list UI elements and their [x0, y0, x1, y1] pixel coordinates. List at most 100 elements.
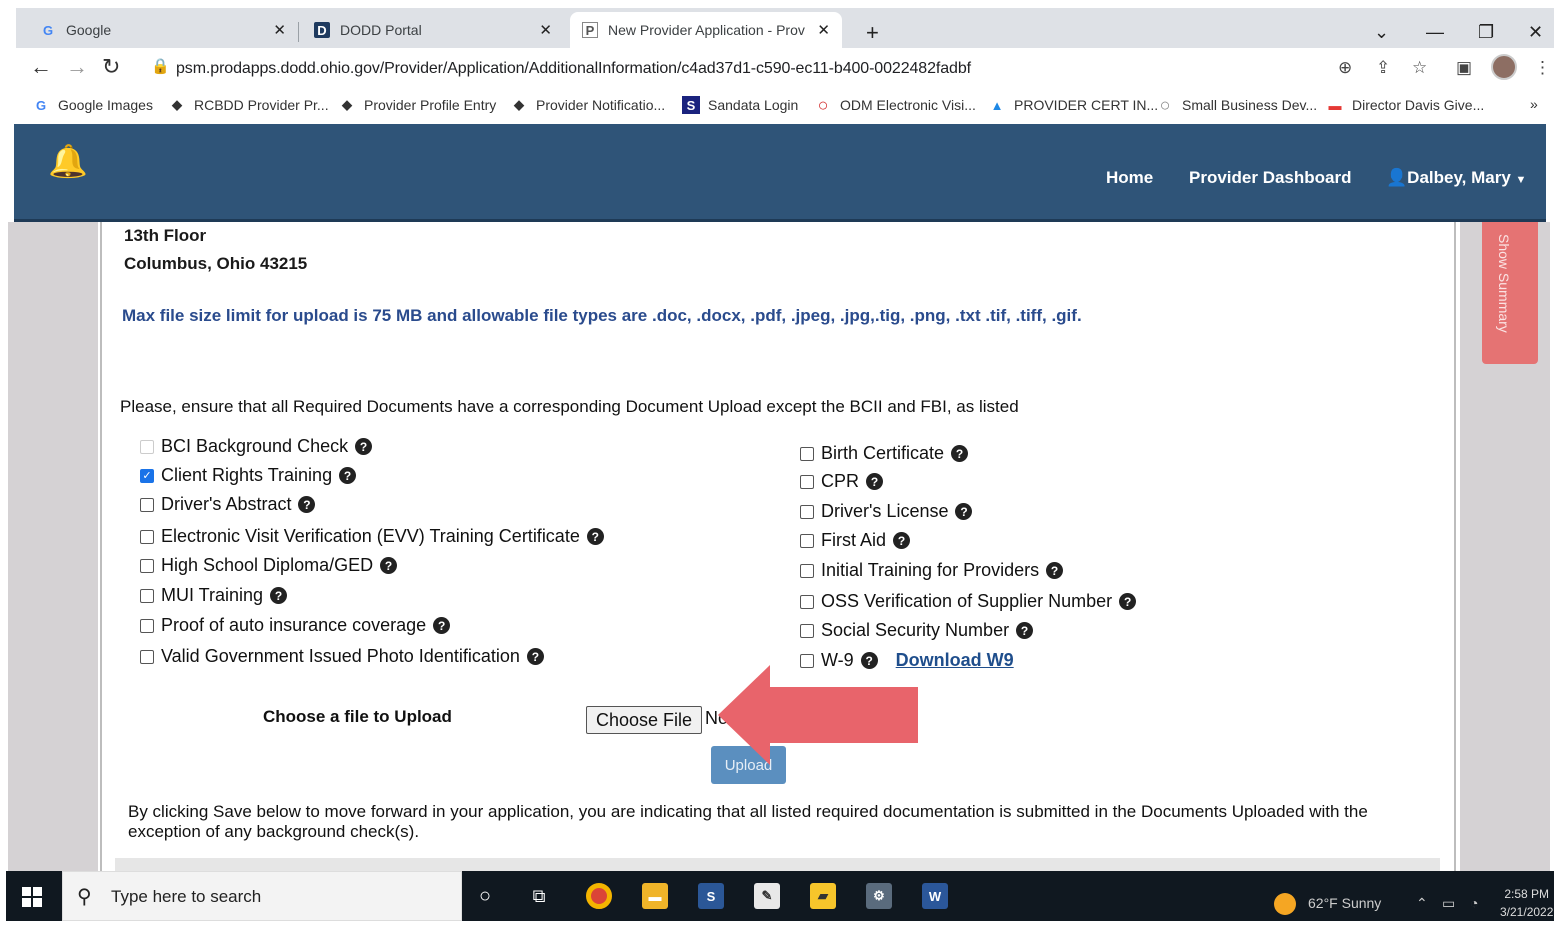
- show-summary-tab[interactable]: Show Summary: [1482, 222, 1538, 364]
- doc-checkbox-initial-training[interactable]: Initial Training for Providers ?: [800, 560, 1064, 581]
- help-icon[interactable]: ?: [866, 473, 884, 490]
- lock-icon[interactable]: 🔒: [151, 57, 170, 75]
- help-icon[interactable]: ?: [1046, 562, 1064, 579]
- wifi-icon[interactable]: ◔: [1470, 895, 1478, 911]
- help-icon[interactable]: ?: [270, 587, 288, 604]
- weather-text[interactable]: 62°F Sunny: [1308, 895, 1381, 911]
- bookmark-google-images[interactable]: G Google Images: [32, 96, 153, 114]
- app-icon[interactable]: S: [698, 883, 724, 909]
- back-arrow-icon[interactable]: ←: [30, 54, 52, 80]
- checkbox[interactable]: [140, 439, 154, 454]
- doc-checkbox-diploma[interactable]: High School Diploma/GED ?: [140, 555, 398, 576]
- address-bar[interactable]: psm.prodapps.dodd.ohio.gov/Provider/Appl…: [176, 60, 971, 78]
- checkbox[interactable]: [800, 504, 814, 519]
- doc-checkbox-evv[interactable]: Electronic Visit Verification (EVV) Trai…: [140, 526, 604, 547]
- tab-new-provider-application[interactable]: P New Provider Application - Prov ✕: [570, 12, 842, 48]
- help-icon[interactable]: ?: [1119, 593, 1137, 610]
- system-clock[interactable]: 2:58 PM 3/21/2022: [1500, 885, 1553, 921]
- doc-checkbox-ssn[interactable]: Social Security Number ?: [800, 620, 1034, 641]
- close-tab-icon[interactable]: ✕: [539, 21, 552, 39]
- close-window-icon[interactable]: ✕: [1528, 22, 1543, 43]
- checkbox[interactable]: [800, 563, 814, 578]
- doc-checkbox-birth-certificate[interactable]: Birth Certificate ?: [800, 443, 969, 464]
- bookmark-provider-notification[interactable]: ◆ Provider Notificatio...: [510, 96, 665, 114]
- help-icon[interactable]: ?: [355, 438, 373, 455]
- doc-checkbox-mui[interactable]: MUI Training ?: [140, 585, 288, 606]
- checkbox[interactable]: [800, 474, 814, 489]
- doc-checkbox-cpr[interactable]: CPR ?: [800, 471, 884, 492]
- checkbox[interactable]: [800, 594, 814, 609]
- bell-icon[interactable]: 🔔: [48, 142, 88, 180]
- checkbox[interactable]: [800, 446, 814, 461]
- side-panel-icon[interactable]: ▣: [1456, 58, 1472, 78]
- bookmark-provider-profile[interactable]: ◆ Provider Profile Entry: [338, 96, 496, 114]
- network-icon[interactable]: ▭: [1442, 895, 1455, 912]
- app-icon[interactable]: ⚙: [866, 883, 892, 909]
- bookmark-rcbdd[interactable]: ◆ RCBDD Provider Pr...: [168, 96, 329, 114]
- doc-checkbox-first-aid[interactable]: First Aid ?: [800, 530, 911, 551]
- nav-provider-dashboard[interactable]: Provider Dashboard: [1189, 168, 1352, 188]
- sticky-notes-icon[interactable]: ▰: [810, 883, 836, 909]
- bookmark-odm[interactable]: ○ ODM Electronic Visi...: [814, 95, 976, 115]
- chrome-icon[interactable]: [586, 883, 612, 909]
- doc-label: Valid Government Issued Photo Identifica…: [161, 646, 520, 666]
- app-icon[interactable]: ✎: [754, 883, 780, 909]
- doc-checkbox-photo-id[interactable]: Valid Government Issued Photo Identifica…: [140, 646, 544, 667]
- new-tab-button[interactable]: +: [866, 20, 879, 46]
- more-bookmarks-icon[interactable]: »: [1530, 96, 1538, 112]
- bookmark-small-business[interactable]: ○ Small Business Dev...: [1156, 95, 1318, 115]
- forward-arrow-icon[interactable]: →: [66, 54, 88, 80]
- bookmark-provider-cert[interactable]: ▲ PROVIDER CERT IN...: [988, 96, 1159, 114]
- menu-dots-icon[interactable]: ⋮: [1534, 58, 1551, 78]
- checkbox[interactable]: [140, 649, 154, 664]
- minimize-icon[interactable]: —: [1426, 22, 1444, 43]
- help-icon[interactable]: ?: [586, 528, 604, 545]
- restore-icon[interactable]: ❐: [1478, 22, 1494, 43]
- checkbox[interactable]: [140, 497, 154, 512]
- taskbar-search[interactable]: ⚲ Type here to search: [62, 871, 462, 921]
- bookmark-sandata[interactable]: S Sandata Login: [682, 96, 798, 114]
- help-icon[interactable]: ?: [380, 557, 398, 574]
- doc-checkbox-oss-verification[interactable]: OSS Verification of Supplier Number ?: [800, 591, 1137, 612]
- checkbox[interactable]: [800, 533, 814, 548]
- task-view-icon[interactable]: ⧉: [526, 883, 552, 909]
- help-icon[interactable]: ?: [298, 496, 316, 513]
- cortana-icon[interactable]: ○: [472, 883, 498, 909]
- profile-avatar[interactable]: [1491, 54, 1517, 80]
- tab-google[interactable]: G Google ✕: [28, 12, 298, 48]
- doc-checkbox-client-rights[interactable]: ✓ Client Rights Training ?: [140, 465, 357, 486]
- close-tab-icon[interactable]: ✕: [273, 21, 286, 39]
- reload-icon[interactable]: ↻: [102, 54, 120, 80]
- checkbox[interactable]: [140, 618, 154, 633]
- doc-checkbox-bci[interactable]: BCI Background Check ?: [140, 436, 373, 457]
- help-icon[interactable]: ?: [893, 532, 911, 549]
- tab-search-chevron-icon[interactable]: ⌄: [1374, 22, 1389, 43]
- help-icon[interactable]: ?: [526, 648, 544, 665]
- nav-home[interactable]: Home: [1106, 168, 1153, 188]
- help-icon[interactable]: ?: [951, 445, 969, 462]
- checkbox[interactable]: [800, 623, 814, 638]
- zoom-icon[interactable]: ⊕: [1338, 58, 1352, 78]
- doc-checkbox-auto-insurance[interactable]: Proof of auto insurance coverage ?: [140, 615, 451, 636]
- close-tab-icon[interactable]: ✕: [817, 21, 830, 39]
- checkbox[interactable]: [140, 558, 154, 573]
- doc-checkbox-drivers-abstract[interactable]: Driver's Abstract ?: [140, 494, 316, 515]
- checkbox[interactable]: [140, 588, 154, 603]
- help-icon[interactable]: ?: [1016, 622, 1034, 639]
- file-explorer-icon[interactable]: ▬: [642, 883, 668, 909]
- checkbox-checked[interactable]: ✓: [140, 468, 154, 483]
- choose-file-button[interactable]: Choose File: [586, 706, 703, 734]
- windows-start-icon[interactable]: [22, 887, 42, 907]
- checkbox[interactable]: [140, 529, 154, 544]
- tab-dodd-portal[interactable]: D DODD Portal ✕: [302, 12, 564, 48]
- help-icon[interactable]: ?: [339, 467, 357, 484]
- help-icon[interactable]: ?: [955, 503, 973, 520]
- bookmark-director-davis[interactable]: ▬ Director Davis Give...: [1326, 96, 1485, 114]
- help-icon[interactable]: ?: [433, 617, 451, 634]
- bookmark-star-icon[interactable]: ☆: [1412, 58, 1427, 78]
- nav-user-menu[interactable]: 👤Dalbey, Mary ▼: [1386, 168, 1526, 188]
- share-icon[interactable]: ⇪: [1376, 58, 1390, 78]
- doc-checkbox-drivers-license[interactable]: Driver's License ?: [800, 501, 973, 522]
- word-icon[interactable]: W: [922, 883, 948, 909]
- tray-chevron-icon[interactable]: ⌃: [1416, 895, 1428, 912]
